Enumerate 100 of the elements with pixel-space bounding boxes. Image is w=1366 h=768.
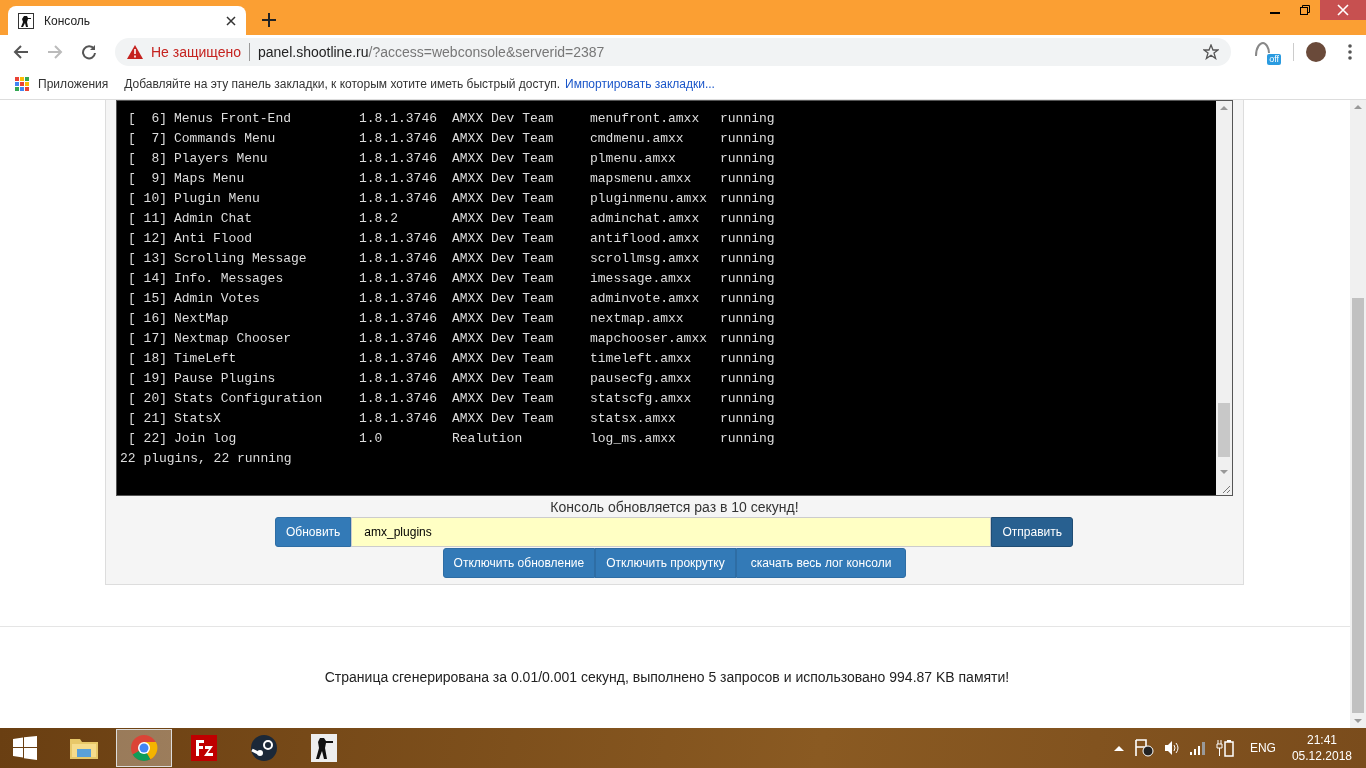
line-number: [ 11] [128,210,168,228]
reload-icon[interactable] [81,43,97,60]
plugin-status: running [720,370,776,388]
plugin-name: Admin Votes [174,290,261,308]
apps-link[interactable]: Приложения [38,76,109,91]
plugin-name: Pause Plugins [174,370,277,388]
plugin-version: 1.8.1.3746 [359,410,438,428]
avatar-icon[interactable] [1306,41,1326,62]
line-number: [ 16] [128,310,168,328]
download-log-button[interactable]: скачать весь лог консоли [735,548,907,578]
chevron-up-icon[interactable] [1113,745,1124,751]
browser-tab[interactable]: Консоль [8,6,246,35]
plugin-file: statsx.amxx [590,410,677,428]
plugin-version: 1.8.1.3746 [359,130,438,148]
scrollbar[interactable] [1350,100,1366,728]
plugin-file: log_ms.amxx [590,430,677,448]
plugin-version: 1.8.1.3746 [359,370,438,388]
plugin-file: imessage.amxx [590,270,693,288]
plugin-version: 1.8.1.3746 [359,390,438,408]
plugin-version: 1.8.1.3746 [359,110,438,128]
plugin-version: 1.8.1.3746 [359,150,438,168]
line-number: [ 22] [128,430,168,448]
plugin-author: AMXX Dev Team [452,230,555,248]
plugin-name: Stats Configuration [174,390,324,408]
star-icon[interactable] [1203,43,1219,60]
plugin-file: plmenu.amxx [590,150,677,168]
line-number: [ 8] [128,150,168,168]
plugin-file: adminchat.amxx [590,210,701,228]
plugin-file: nextmap.amxx [590,310,685,328]
plugin-status: running [720,290,776,308]
bookmarks-hint: Добавляйте на эту панель закладки, к которым хотите иметь быстрый доступ. [124,76,560,91]
plugin-name: Players Menu [174,150,269,168]
line-number: [ 15] [128,290,168,308]
back-icon[interactable] [13,43,29,60]
plugin-name: Scrolling Message [174,250,308,268]
footer-text: Страница сгенерирована за 0.01/0.001 секунд, выполнено 5 запросов и использовано 994.87 KB памяти! [324,669,1010,685]
line-number: [ 14] [128,270,168,288]
plugin-status: running [720,210,776,228]
plugin-status: running [720,350,776,368]
line-number: [ 18] [128,350,168,368]
apps-grid-icon[interactable] [15,76,29,91]
line-number: [ 6] [128,110,168,128]
line-number: [ 20] [128,390,168,408]
plugin-status: running [720,310,776,328]
menu-icon[interactable] [1348,43,1352,60]
command-field[interactable]: amx_plugins [351,517,992,547]
plugin-author: AMXX Dev Team [452,110,555,128]
plugin-file: statscfg.amxx [590,390,693,408]
disable-refresh-button[interactable]: Отключить обновление [442,548,596,578]
plugin-version: 1.8.1.3746 [359,350,438,368]
plugin-author: Realution [452,430,524,448]
flag-icon[interactable] [1133,739,1154,757]
import-bookmarks-link[interactable]: Импортировать закладки... [565,76,715,91]
plugin-status: running [720,330,776,348]
signal-icon[interactable] [1189,741,1206,755]
send-button[interactable]: Отправить [991,517,1073,547]
refresh-button[interactable]: Обновить [275,517,352,547]
new-tab-icon[interactable] [262,13,276,27]
clock[interactable]: 21:41 05.12.2018 [1291,732,1352,764]
line-number: [ 12] [128,230,168,248]
speaker-icon[interactable] [1163,740,1180,756]
battery-icon[interactable] [1215,739,1234,757]
url-text: panel.shootline.ru/?access=webconsole&serverid=2387 [258,43,606,60]
plugin-file: adminvote.amxx [590,290,701,308]
plugin-version: 1.8.1.3746 [359,230,438,248]
scrollbar[interactable] [1216,101,1232,495]
plugin-file: pluginmenu.amxx [590,190,709,208]
plugin-author: AMXX Dev Team [452,410,555,428]
address-bar[interactable]: Не защищено panel.shootline.ru/?access=webconsole&serverid=2387 [115,37,1231,66]
plugin-name: StatsX [174,410,222,428]
plugin-author: AMXX Dev Team [452,130,555,148]
warning-icon [127,44,143,59]
line-number: [ 19] [128,370,168,388]
plugin-file: mapsmenu.amxx [590,170,693,188]
plugin-file: pausecfg.amxx [590,370,693,388]
plugin-file: scrollmsg.amxx [590,250,701,268]
plugin-name: Plugin Menu [174,190,261,208]
plugin-version: 1.8.1.3746 [359,270,438,288]
plugin-name: Join log [174,430,238,448]
plugin-author: AMXX Dev Team [452,330,555,348]
security-label: Не защищено [151,43,241,60]
plugin-author: AMXX Dev Team [452,190,555,208]
plugin-file: timeleft.amxx [590,350,693,368]
plugin-name: Nextmap Chooser [174,330,293,348]
close-icon[interactable] [226,15,236,26]
plugin-name: Menus Front-End [174,110,293,128]
plugin-status: running [720,250,776,268]
language-indicator[interactable]: ENG [1249,741,1276,755]
plugin-status: running [720,170,776,188]
plugin-author: AMXX Dev Team [452,210,555,228]
plugin-version: 1.8.2 [359,210,399,228]
resize-grip-icon[interactable] [1222,485,1230,493]
plugin-status: running [720,230,776,248]
plugin-status: running [720,410,776,428]
plugin-name: Maps Menu [174,170,246,188]
disable-scroll-button[interactable]: Отключить прокрутку [595,548,736,578]
plugin-author: AMXX Dev Team [452,170,555,188]
line-number: [ 13] [128,250,168,268]
soldier-icon [18,12,34,29]
plugin-name: TimeLeft [174,350,238,368]
